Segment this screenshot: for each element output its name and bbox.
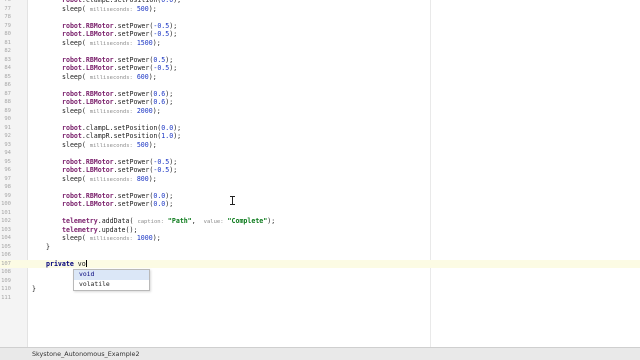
line-number: 107	[1, 260, 11, 267]
code-line[interactable]: 105}	[0, 243, 640, 252]
code-line[interactable]: 78	[0, 13, 640, 22]
line-number: 97	[4, 175, 11, 182]
code-text[interactable]: robot.LBMotor.setPower(0.0);	[62, 200, 173, 209]
code-text[interactable]: }	[46, 243, 50, 252]
code-line[interactable]: 97 sleep( milliseconds: 800);	[0, 175, 640, 184]
code-line[interactable]: 104 sleep( milliseconds: 1000);	[0, 234, 640, 243]
line-number: 94	[4, 150, 11, 156]
autocomplete-popup[interactable]: void volatile	[73, 269, 150, 291]
line-number: 78	[4, 14, 11, 20]
line-number: 91	[4, 124, 11, 131]
code-line[interactable]: 106	[0, 251, 640, 260]
line-number: 100	[1, 201, 11, 207]
line-number: 82	[4, 48, 11, 54]
line-number: 103	[1, 226, 11, 233]
code-line[interactable]: 84 robot.LBMotor.setPower(-0.5);	[0, 64, 640, 73]
code-editor[interactable]: 76 robot.clampL.setPosition(0.0); 77 sleep(…	[0, 0, 640, 347]
line-number: 88	[4, 99, 11, 105]
line-number: 77	[4, 5, 11, 12]
line-number: 108	[1, 269, 11, 275]
line-number: 111	[1, 294, 11, 301]
code-line[interactable]: 83 robot.RBMotor.setPower(0.5);	[0, 56, 640, 65]
line-number: 95	[4, 158, 11, 165]
code-text[interactable]: }	[32, 285, 36, 294]
code-line[interactable]: 90	[0, 115, 640, 124]
line-number: 93	[4, 141, 11, 148]
text-cursor-icon	[230, 196, 235, 205]
line-number: 84	[4, 65, 11, 71]
code-line[interactable]: 89 sleep( milliseconds: 2000);	[0, 107, 640, 116]
line-number: 104	[1, 235, 11, 241]
code-line[interactable]: 98	[0, 183, 640, 192]
code-line[interactable]: 96 robot.LBMotor.setPower(-0.5);	[0, 166, 640, 175]
code-line[interactable]: 81 sleep( milliseconds: 1500);	[0, 39, 640, 48]
code-text[interactable]: robot.LBMotor.setPower(-0.5);	[62, 30, 177, 39]
line-number: 105	[1, 243, 11, 250]
line-number: 106	[1, 252, 11, 258]
code-text[interactable]: robot.LBMotor.setPower(-0.5);	[62, 64, 177, 73]
line-number: 86	[4, 82, 11, 88]
code-line[interactable]: 101	[0, 209, 640, 218]
code-lines[interactable]: 76 robot.clampL.setPosition(0.0); 77 sleep(…	[0, 0, 640, 302]
line-number: 85	[4, 73, 11, 80]
line-number: 109	[1, 277, 11, 284]
code-line[interactable]: 86	[0, 81, 640, 90]
code-line[interactable]: 91 robot.clampL.setPosition(0.0);	[0, 124, 640, 133]
code-text[interactable]: robot.clampR.setPosition(1.0);	[62, 132, 181, 141]
code-line[interactable]: 79 robot.RBMotor.setPower(-0.5);	[0, 22, 640, 31]
line-number: 98	[4, 184, 11, 190]
code-text[interactable]: telemetry.update();	[62, 226, 137, 235]
code-text[interactable]: robot.LBMotor.setPower(-0.5);	[62, 166, 177, 175]
line-number: 110	[1, 286, 11, 292]
code-text[interactable]: robot.RBMotor.setPower(0.6);	[62, 90, 173, 99]
code-text[interactable]: robot.RBMotor.setPower(0.5);	[62, 56, 173, 65]
line-number: 102	[1, 218, 11, 224]
code-line[interactable]: 99 robot.RBMotor.setPower(0.0);	[0, 192, 640, 201]
code-text[interactable]: private vo	[46, 260, 87, 269]
line-number: 99	[4, 192, 11, 199]
autocomplete-item-void[interactable]: void	[74, 270, 149, 280]
code-text[interactable]: robot.LBMotor.setPower(0.6);	[62, 98, 173, 107]
line-number: 79	[4, 22, 11, 29]
code-line[interactable]: 95 robot.RBMotor.setPower(-0.5);	[0, 158, 640, 167]
code-text[interactable]: robot.RBMotor.setPower(-0.5);	[62, 22, 177, 31]
line-number: 96	[4, 167, 11, 173]
code-line[interactable]: 92 robot.clampR.setPosition(1.0);	[0, 132, 640, 141]
code-text[interactable]: robot.RBMotor.setPower(0.0);	[62, 192, 173, 201]
code-line[interactable]: 102 telemetry.addData( caption: "Path", v…	[0, 217, 640, 226]
line-number: 92	[4, 133, 11, 139]
code-line[interactable]: 87 robot.RBMotor.setPower(0.6);	[0, 90, 640, 99]
line-number: 89	[4, 107, 11, 114]
code-line[interactable]: 103 telemetry.update();	[0, 226, 640, 235]
line-number: 101	[1, 209, 11, 216]
code-line[interactable]: 77 sleep( milliseconds: 500);	[0, 5, 640, 14]
code-line[interactable]: 82	[0, 47, 640, 56]
status-bar-title: Skystone_Autonomous_Example2	[32, 350, 140, 358]
line-number: 87	[4, 90, 11, 97]
code-line[interactable]: 107 private vo	[0, 259, 640, 269]
code-line[interactable]: 80 robot.LBMotor.setPower(-0.5);	[0, 30, 640, 39]
autocomplete-item-volatile[interactable]: volatile	[74, 280, 149, 290]
line-number: 90	[4, 116, 11, 122]
code-line[interactable]: 88 robot.LBMotor.setPower(0.6);	[0, 98, 640, 107]
code-line[interactable]: 94	[0, 149, 640, 158]
line-number: 80	[4, 31, 11, 37]
code-text[interactable]: robot.clampL.setPosition(0.0);	[62, 124, 181, 133]
code-line[interactable]: 85 sleep( milliseconds: 600);	[0, 73, 640, 82]
code-line[interactable]: 100 robot.LBMotor.setPower(0.0);	[0, 200, 640, 209]
status-bar: Skystone_Autonomous_Example2	[0, 347, 640, 360]
code-line[interactable]: 93 sleep( milliseconds: 500);	[0, 141, 640, 150]
code-text[interactable]: robot.RBMotor.setPower(-0.5);	[62, 158, 177, 167]
code-line[interactable]: 111	[0, 294, 640, 303]
line-number: 83	[4, 56, 11, 63]
line-number: 81	[4, 39, 11, 46]
